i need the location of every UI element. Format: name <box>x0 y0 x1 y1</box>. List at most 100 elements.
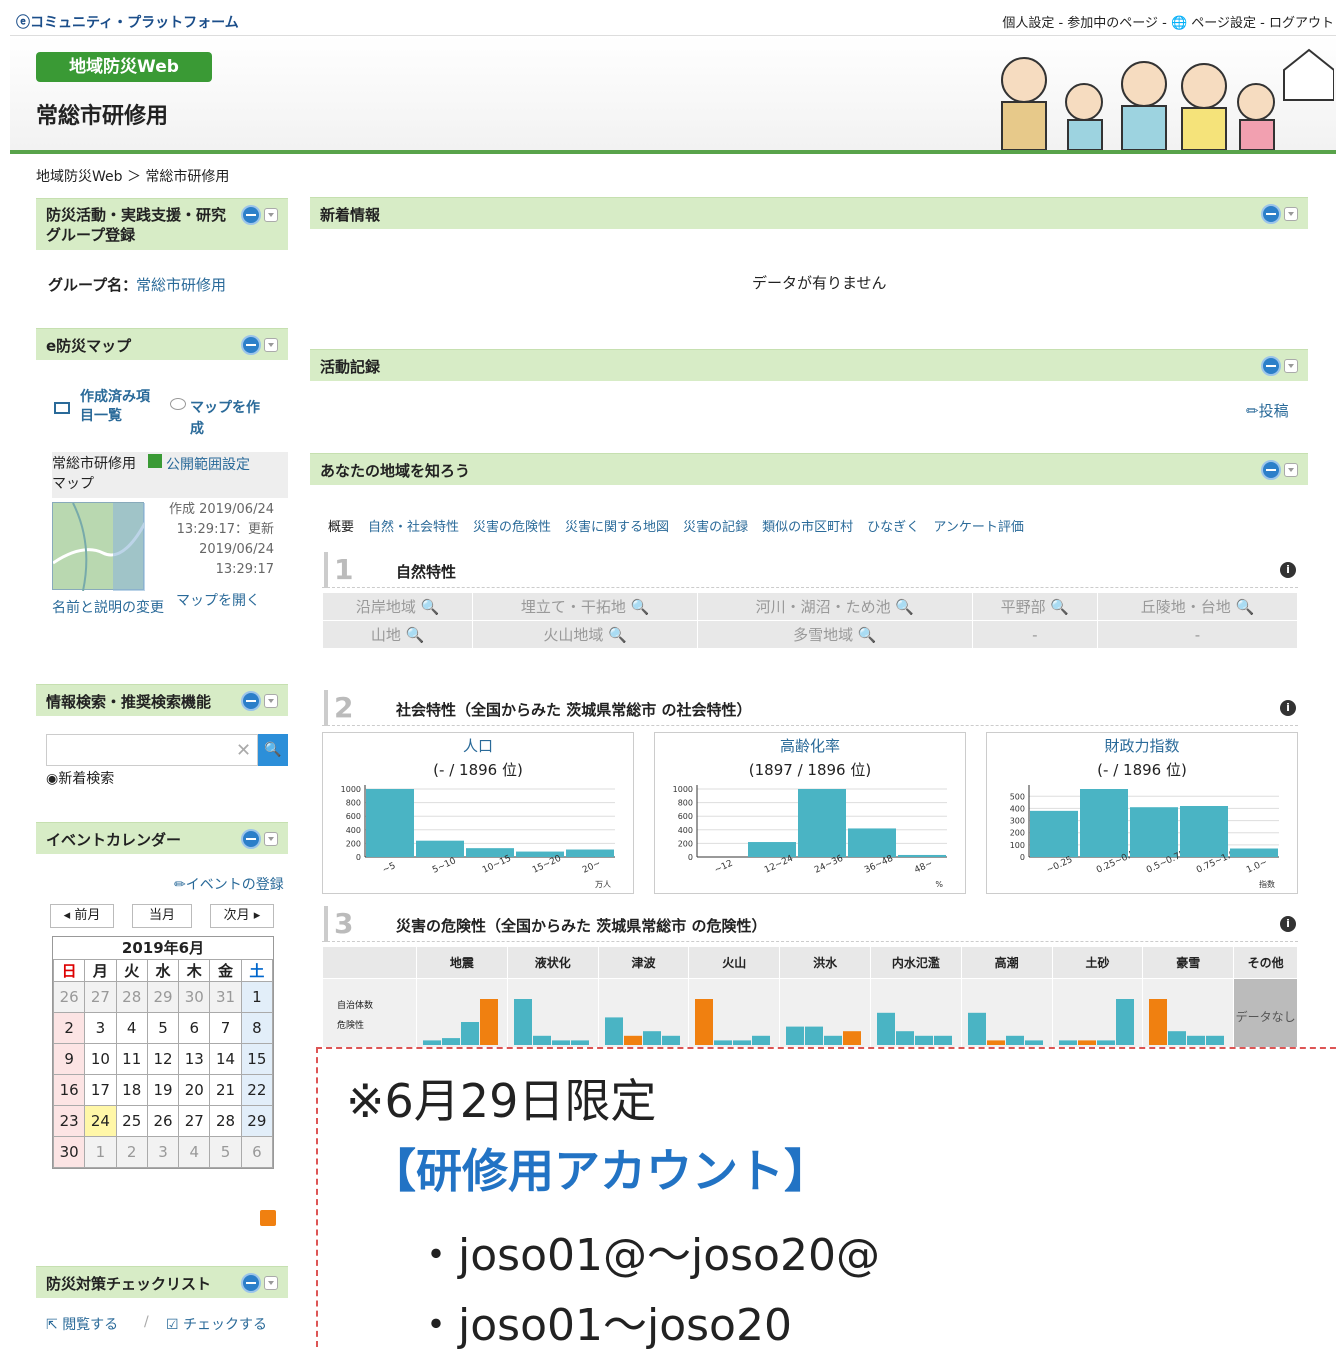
info-icon[interactable]: i <box>1280 700 1296 716</box>
tab-3[interactable]: 災害に関する地図 <box>565 516 669 535</box>
search-button[interactable]: 🔍 <box>258 734 288 766</box>
calendar-day[interactable]: 27 <box>84 981 117 1013</box>
calendar-day[interactable]: 26 <box>146 1105 180 1137</box>
clear-icon[interactable]: ✕ <box>236 740 251 761</box>
calendar-day[interactable]: 4 <box>178 1136 211 1168</box>
calendar-day[interactable]: 4 <box>115 1012 148 1044</box>
calendar-day[interactable]: 3 <box>84 1012 117 1044</box>
publish-settings-link[interactable]: 公開範囲設定 <box>166 454 250 474</box>
globe-icon[interactable] <box>241 335 261 355</box>
calendar-day[interactable]: 29 <box>240 1105 274 1137</box>
calendar-day[interactable]: 8 <box>240 1012 274 1044</box>
calendar-day[interactable]: 30 <box>178 981 211 1013</box>
calendar-day[interactable]: 5 <box>209 1136 242 1168</box>
calendar-day[interactable]: 31 <box>209 981 242 1013</box>
globe-icon[interactable] <box>1261 356 1281 376</box>
breadcrumb[interactable]: 地域防災Web ＞ 常総市研修用 <box>36 166 229 186</box>
calendar-day[interactable]: 25 <box>115 1105 148 1137</box>
calendar-day[interactable]: 21 <box>209 1074 242 1106</box>
chevron-down-icon[interactable] <box>1284 207 1298 221</box>
globe-icon[interactable] <box>241 205 261 225</box>
calendar-day[interactable]: 30 <box>52 1136 86 1168</box>
platform-logo[interactable]: ⓔコミュニティ・プラットフォーム <box>16 12 239 32</box>
info-icon[interactable]: i <box>1280 916 1296 932</box>
new-search-radio[interactable]: ◉新着検索 <box>46 768 114 788</box>
top-links[interactable]: 個人設定 - 参加中のページ - 🌐 ページ設定 - ログアウト <box>1002 12 1334 31</box>
calendar-day[interactable]: 19 <box>146 1074 180 1106</box>
prev-month-button[interactable]: ◂ 前月 <box>50 904 114 928</box>
calendar-day[interactable]: 29 <box>146 981 180 1013</box>
feature-cell[interactable]: - <box>971 620 1099 649</box>
chart-title[interactable]: 財政力指数 <box>987 735 1297 756</box>
calendar-day[interactable]: 24 <box>84 1105 117 1137</box>
post-link[interactable]: ✏投稿 <box>1246 400 1289 421</box>
chevron-down-icon[interactable] <box>1284 463 1298 477</box>
view-link[interactable]: ⇱ 閲覧する <box>46 1314 118 1334</box>
calendar-day[interactable]: 7 <box>209 1012 242 1044</box>
globe-icon[interactable] <box>241 691 261 711</box>
rss-icon[interactable] <box>260 1210 276 1226</box>
info-icon[interactable]: i <box>1280 562 1296 578</box>
feature-cell[interactable]: 平野部 🔍 <box>971 592 1099 621</box>
feature-cell[interactable]: 埋立て・干拓地 🔍 <box>472 592 699 621</box>
create-map-link[interactable]: マップを作成 <box>190 398 264 440</box>
calendar-day[interactable]: 28 <box>209 1105 242 1137</box>
calendar-day[interactable]: 16 <box>52 1074 86 1106</box>
chevron-down-icon[interactable] <box>264 208 278 222</box>
created-items-link[interactable]: 作成済み項目一覧 <box>80 388 152 426</box>
chart-title[interactable]: 高齢化率 <box>655 735 965 756</box>
open-map-link[interactable]: マップを開く <box>176 590 260 610</box>
event-register-link[interactable]: ✏イベントの登録 <box>174 874 284 894</box>
calendar-day[interactable]: 15 <box>240 1043 274 1075</box>
feature-cell[interactable]: 沿岸地域 🔍 <box>321 592 474 621</box>
calendar-day[interactable]: 6 <box>240 1136 274 1168</box>
chevron-down-icon[interactable] <box>264 338 278 352</box>
tab-1[interactable]: 自然・社会特性 <box>368 516 459 535</box>
calendar-day[interactable]: 23 <box>52 1105 86 1137</box>
calendar-day[interactable]: 2 <box>115 1136 148 1168</box>
calendar-day[interactable]: 6 <box>178 1012 211 1044</box>
feature-cell[interactable]: 火山地域 🔍 <box>472 620 699 649</box>
rename-link[interactable]: 名前と説明の変更 <box>52 598 168 619</box>
chevron-down-icon[interactable] <box>1284 359 1298 373</box>
feature-cell[interactable]: 山地 🔍 <box>321 620 474 649</box>
chevron-down-icon[interactable] <box>264 694 278 708</box>
chevron-down-icon[interactable] <box>264 1276 278 1290</box>
check-link[interactable]: ☑ チェックする <box>166 1314 267 1334</box>
map-thumbnail[interactable] <box>52 502 147 592</box>
chevron-down-icon[interactable] <box>264 832 278 846</box>
tab-2[interactable]: 災害の危険性 <box>473 516 551 535</box>
calendar-day[interactable]: 11 <box>115 1043 148 1075</box>
tab-7[interactable]: アンケート評価 <box>933 516 1023 535</box>
group-name-value[interactable]: 常総市研修用 <box>136 274 226 295</box>
chart-title[interactable]: 人口 <box>323 735 633 756</box>
calendar-day[interactable]: 12 <box>146 1043 180 1075</box>
calendar-day[interactable]: 18 <box>115 1074 148 1106</box>
calendar-day[interactable]: 1 <box>240 981 274 1013</box>
calendar-day[interactable]: 5 <box>146 1012 180 1044</box>
calendar-day[interactable]: 3 <box>146 1136 180 1168</box>
calendar-day[interactable]: 17 <box>84 1074 117 1106</box>
globe-icon[interactable] <box>1261 204 1281 224</box>
calendar-day[interactable]: 10 <box>84 1043 117 1075</box>
current-month-button[interactable]: 当月 <box>132 904 192 928</box>
globe-icon[interactable] <box>241 829 261 849</box>
calendar-day[interactable]: 9 <box>52 1043 86 1075</box>
globe-icon[interactable] <box>241 1273 261 1293</box>
feature-cell[interactable]: - <box>1097 620 1298 649</box>
calendar-day[interactable]: 13 <box>178 1043 211 1075</box>
globe-icon[interactable] <box>1261 460 1281 480</box>
feature-cell[interactable]: 河川・湖沼・ため池 🔍 <box>697 592 973 621</box>
calendar-day[interactable]: 14 <box>209 1043 242 1075</box>
tab-4[interactable]: 災害の記録 <box>683 516 748 535</box>
calendar-day[interactable]: 26 <box>52 981 86 1013</box>
tab-5[interactable]: 類似の市区町村 <box>762 516 853 535</box>
calendar-day[interactable]: 1 <box>84 1136 117 1168</box>
feature-cell[interactable]: 多雪地域 🔍 <box>697 620 973 649</box>
calendar-day[interactable]: 28 <box>115 981 148 1013</box>
site-badge[interactable]: 地域防災Web <box>36 52 212 82</box>
search-input[interactable] <box>46 734 258 766</box>
feature-cell[interactable]: 丘陵地・台地 🔍 <box>1097 592 1298 621</box>
calendar-day[interactable]: 20 <box>178 1074 211 1106</box>
calendar-day[interactable]: 27 <box>178 1105 211 1137</box>
